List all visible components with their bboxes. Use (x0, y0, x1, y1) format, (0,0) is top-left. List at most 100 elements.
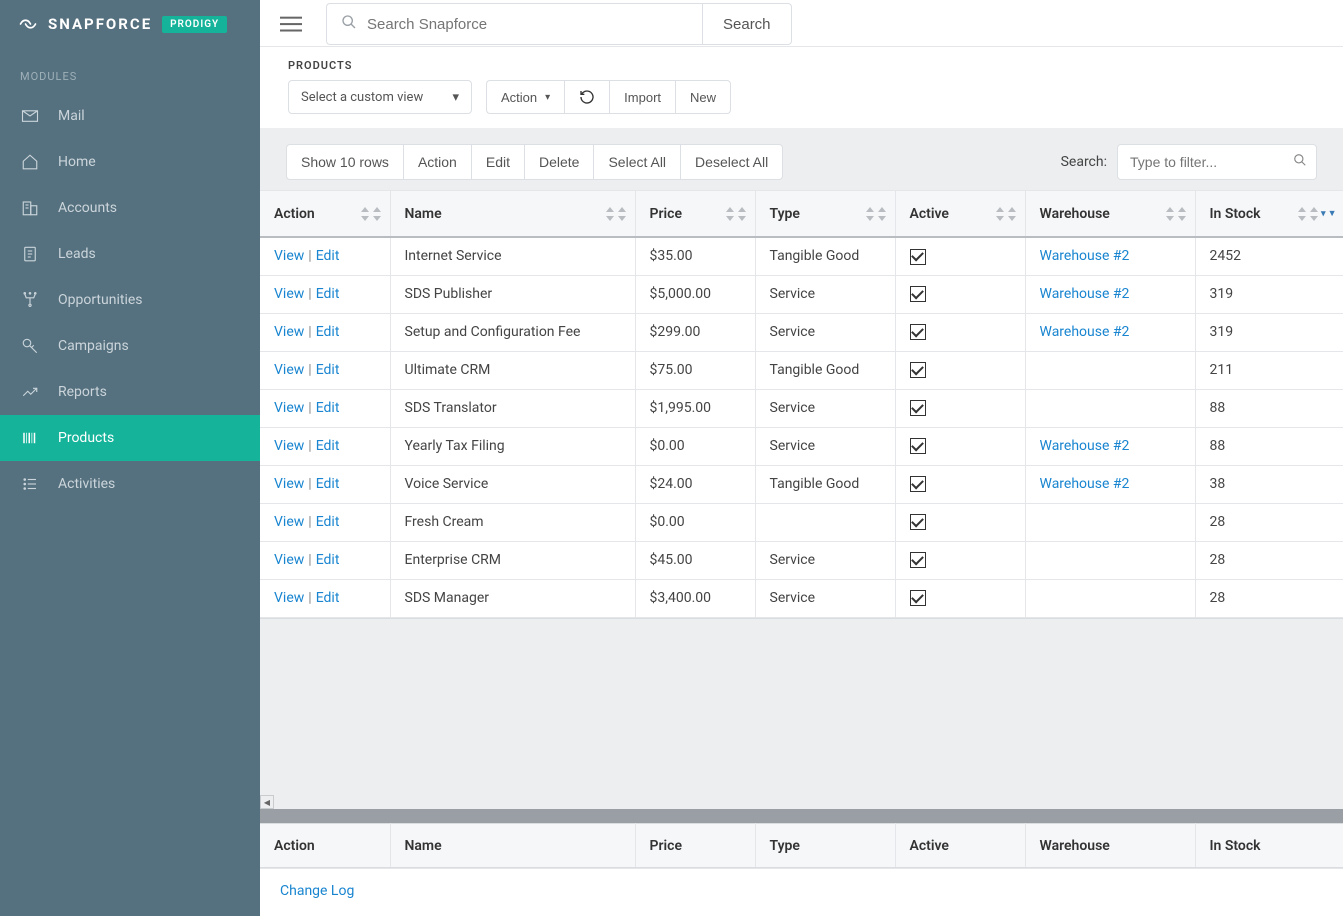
cell-price: $299.00 (635, 313, 755, 351)
warehouse-link[interactable]: Warehouse #2 (1040, 438, 1130, 454)
cell-name: Setup and Configuration Fee (390, 313, 635, 351)
edit-link[interactable]: Edit (316, 400, 340, 416)
toolbar-btn-action[interactable]: Action (403, 144, 471, 180)
custom-view-select[interactable]: Select a custom view ▾ (288, 80, 472, 114)
toolbar-btn-deselect-all[interactable]: Deselect All (680, 144, 783, 180)
toolbar-btn-select-all[interactable]: Select All (593, 144, 680, 180)
sidebar-item-activities[interactable]: Activities (0, 461, 260, 507)
edit-link[interactable]: Edit (316, 362, 340, 378)
table-toolbar: Show 10 rowsActionEditDeleteSelect AllDe… (260, 128, 1343, 190)
cell-name: Yearly Tax Filing (390, 427, 635, 465)
active-checkbox[interactable] (910, 400, 926, 416)
table-row: View|Edit Ultimate CRM $75.00 Tangible G… (260, 351, 1343, 389)
view-link[interactable]: View (274, 552, 304, 568)
sort-icon[interactable] (865, 207, 887, 221)
active-checkbox[interactable] (910, 552, 926, 568)
action-button-label: Action (501, 90, 537, 105)
table-row: View|Edit Fresh Cream $0.00 28 (260, 503, 1343, 541)
edit-link[interactable]: Edit (316, 248, 340, 264)
warehouse-link[interactable]: Warehouse #2 (1040, 248, 1130, 264)
search-button[interactable]: Search (702, 3, 792, 45)
sort-icon[interactable]: ▾ ▼ (1297, 207, 1336, 221)
column-header-name[interactable]: Name (390, 191, 635, 237)
view-link[interactable]: View (274, 362, 304, 378)
action-dropdown[interactable]: Action ▾ (486, 80, 564, 114)
search-icon (341, 14, 357, 34)
sidebar-item-reports[interactable]: Reports (0, 369, 260, 415)
column-header-action[interactable]: Action (260, 191, 390, 237)
horizontal-scrollbar[interactable] (260, 809, 1343, 823)
table-filter-input[interactable] (1117, 144, 1317, 180)
warehouse-link[interactable]: Warehouse #2 (1040, 324, 1130, 340)
toolbar-btn-edit[interactable]: Edit (471, 144, 524, 180)
cell-price: $75.00 (635, 351, 755, 389)
modules-section-label: MODULES (0, 46, 260, 93)
column-header-price[interactable]: Price (635, 191, 755, 237)
sort-icon[interactable] (725, 207, 747, 221)
edit-link[interactable]: Edit (316, 438, 340, 454)
active-checkbox[interactable] (910, 362, 926, 378)
cell-stock: 319 (1195, 313, 1343, 351)
edit-link[interactable]: Edit (316, 590, 340, 606)
new-button[interactable]: New (675, 80, 731, 114)
view-link[interactable]: View (274, 438, 304, 454)
filter-icon[interactable]: ▼ (1328, 208, 1337, 219)
cell-name: Voice Service (390, 465, 635, 503)
warehouse-link[interactable]: Warehouse #2 (1040, 286, 1130, 302)
sort-icon[interactable] (995, 207, 1017, 221)
sidebar-item-mail[interactable]: Mail (0, 93, 260, 139)
toolbar-btn-delete[interactable]: Delete (524, 144, 593, 180)
view-link[interactable]: View (274, 514, 304, 530)
menu-toggle[interactable] (268, 4, 314, 44)
view-link[interactable]: View (274, 590, 304, 606)
view-link[interactable]: View (274, 248, 304, 264)
edit-link[interactable]: Edit (316, 324, 340, 340)
active-checkbox[interactable] (910, 286, 926, 302)
cell-stock: 88 (1195, 389, 1343, 427)
view-link[interactable]: View (274, 286, 304, 302)
column-header-in-stock[interactable]: In Stock▾ ▼ (1195, 191, 1343, 237)
mail-icon (20, 106, 40, 126)
sidebar-item-accounts[interactable]: Accounts (0, 185, 260, 231)
active-checkbox[interactable] (910, 476, 926, 492)
edit-link[interactable]: Edit (316, 514, 340, 530)
active-checkbox[interactable] (910, 249, 926, 265)
active-checkbox[interactable] (910, 438, 926, 454)
sort-icon[interactable] (1165, 207, 1187, 221)
view-link[interactable]: View (274, 324, 304, 340)
cell-price: $0.00 (635, 503, 755, 541)
column-header-warehouse[interactable]: Warehouse (1025, 191, 1195, 237)
column-header-type[interactable]: Type (755, 191, 895, 237)
warehouse-link[interactable]: Warehouse #2 (1040, 476, 1130, 492)
edit-link[interactable]: Edit (316, 476, 340, 492)
active-checkbox[interactable] (910, 324, 926, 340)
active-checkbox[interactable] (910, 590, 926, 606)
sidebar-item-label: Home (58, 154, 96, 170)
column-label: Name (405, 206, 442, 222)
cell-type: Tangible Good (755, 237, 895, 275)
change-log-link[interactable]: Change Log (280, 883, 354, 899)
sidebar-item-products[interactable]: Products (0, 415, 260, 461)
sort-icon[interactable] (360, 207, 382, 221)
brand-tag: PRODIGY (162, 16, 227, 33)
sidebar-item-leads[interactable]: Leads (0, 231, 260, 277)
sort-icon[interactable] (605, 207, 627, 221)
sidebar-item-campaigns[interactable]: Campaigns (0, 323, 260, 369)
global-search-input[interactable] (367, 16, 702, 33)
sidebar-item-home[interactable]: Home (0, 139, 260, 185)
column-header-active[interactable]: Active (895, 191, 1025, 237)
view-link[interactable]: View (274, 400, 304, 416)
scroll-left-arrow[interactable]: ◀ (260, 795, 274, 809)
active-checkbox[interactable] (910, 514, 926, 530)
edit-link[interactable]: Edit (316, 286, 340, 302)
refresh-button[interactable] (564, 80, 609, 114)
toolbar-btn-show-10-rows[interactable]: Show 10 rows (286, 144, 403, 180)
column-label: Type (770, 206, 800, 222)
edit-link[interactable]: Edit (316, 552, 340, 568)
cell-type (755, 503, 895, 541)
view-link[interactable]: View (274, 476, 304, 492)
import-button[interactable]: Import (609, 80, 675, 114)
sidebar-item-opportunities[interactable]: Opportunities (0, 277, 260, 323)
cell-type: Service (755, 275, 895, 313)
column-footer-type: Type (755, 824, 895, 868)
